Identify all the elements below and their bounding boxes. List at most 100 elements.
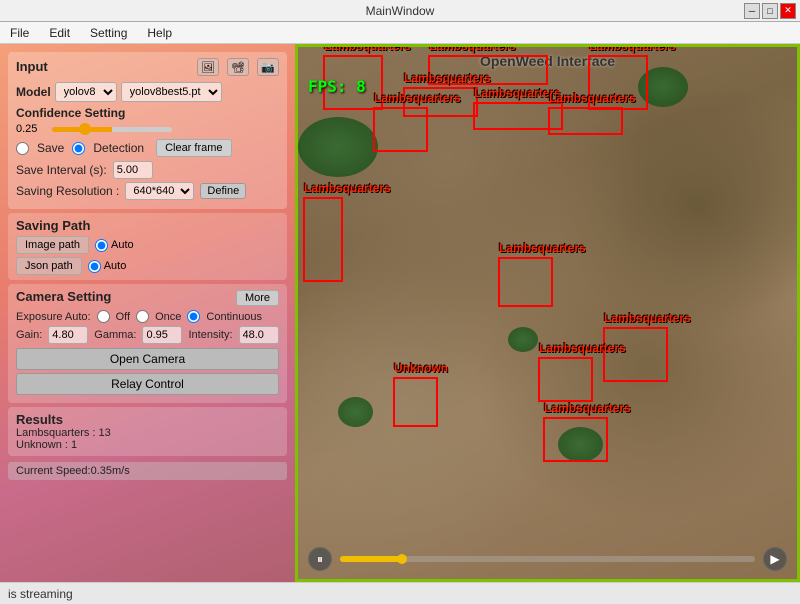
camera-header: Camera Setting More bbox=[16, 289, 279, 306]
exposure-continuous-label: Continuous bbox=[206, 311, 262, 323]
camera-feed: OpenWeed Interface FPS: 8 LambsquartersL… bbox=[298, 47, 797, 579]
detection-box-11: Unknown bbox=[393, 377, 438, 427]
save-interval-row: Save Interval (s): bbox=[16, 161, 279, 179]
window-title: MainWindow bbox=[366, 4, 435, 18]
results-section: Results Lambsquarters : 13 Unknown : 1 bbox=[8, 407, 287, 456]
resolution-row: Saving Resolution : 640*640 Define bbox=[16, 182, 279, 200]
unknown-result: Unknown : 1 bbox=[16, 439, 279, 451]
detection-label-4: Lambsquarters bbox=[474, 86, 561, 100]
exposure-off-radio[interactable] bbox=[97, 310, 110, 323]
status-bar: is streaming bbox=[0, 582, 800, 604]
gamma-label: Gamma: bbox=[94, 329, 136, 341]
status-text: is streaming bbox=[8, 587, 73, 601]
detection-box-10: Lambsquarters bbox=[538, 357, 593, 402]
input-section: Input 🖼 📽 📷 Model yolov8 yolov8best5.pt … bbox=[8, 52, 287, 209]
pause-icon: ⏸ bbox=[317, 552, 323, 567]
detection-box-8: Lambsquarters bbox=[498, 257, 553, 307]
resolution-select[interactable]: 640*640 bbox=[125, 182, 194, 200]
resolution-label: Saving Resolution : bbox=[16, 184, 119, 198]
detection-label-0: Lambsquarters bbox=[324, 47, 411, 53]
camera-view: OpenWeed Interface FPS: 8 LambsquartersL… bbox=[298, 47, 797, 579]
video-icon[interactable]: 📽 bbox=[227, 58, 249, 76]
json-auto-label: Auto bbox=[104, 260, 127, 272]
progress-bar[interactable] bbox=[340, 556, 755, 562]
json-auto-radio-input[interactable] bbox=[88, 260, 101, 273]
title-bar: MainWindow ─ □ ✕ bbox=[0, 0, 800, 22]
open-camera-button[interactable]: Open Camera bbox=[16, 348, 279, 370]
detection-label-9: Lambsquarters bbox=[604, 311, 691, 325]
clear-frame-button[interactable]: Clear frame bbox=[156, 139, 231, 157]
progress-fill bbox=[340, 556, 402, 562]
detection-label-3: Lambsquarters bbox=[404, 71, 491, 85]
detection-box-5: Lambsquarters bbox=[548, 107, 623, 135]
detection-box-6: Lambsquarters bbox=[373, 107, 428, 152]
menu-help[interactable]: Help bbox=[141, 24, 178, 42]
image-path-button[interactable]: Image path bbox=[16, 236, 89, 254]
exposure-once-radio[interactable] bbox=[136, 310, 149, 323]
veg-patch-1 bbox=[298, 117, 378, 177]
camera-view-wrapper: OpenWeed Interface FPS: 8 LambsquartersL… bbox=[295, 44, 800, 582]
detection-radio-label: Detection bbox=[93, 141, 144, 155]
detection-label-2: Lambsquarters bbox=[589, 47, 676, 53]
detection-label-5: Lambsquarters bbox=[549, 91, 636, 105]
lambsquarters-result: Lambsquarters : 13 bbox=[16, 427, 279, 439]
detection-label-11: Unknown bbox=[394, 361, 448, 375]
gain-row: Gain: Gamma: Intensity: bbox=[16, 326, 279, 344]
lambsquarters-label: Lambsquarters : bbox=[16, 427, 95, 439]
model-label: Model bbox=[16, 85, 51, 99]
exposure-continuous-radio[interactable] bbox=[187, 310, 200, 323]
model-type-select[interactable]: yolov8 bbox=[55, 82, 117, 102]
save-interval-input[interactable] bbox=[113, 161, 153, 179]
json-path-row: Json path Auto bbox=[16, 257, 279, 275]
image-icon[interactable]: 🖼 bbox=[197, 58, 219, 76]
model-row: Model yolov8 yolov8best5.pt bbox=[16, 82, 279, 102]
confidence-value: 0.25 bbox=[16, 123, 46, 135]
intensity-input[interactable] bbox=[239, 326, 279, 344]
save-detection-row: Save Detection Clear frame bbox=[16, 139, 279, 157]
image-auto-radio: Auto bbox=[95, 239, 134, 252]
camera-icon[interactable]: 📷 bbox=[257, 58, 279, 76]
left-panel: Input 🖼 📽 📷 Model yolov8 yolov8best5.pt … bbox=[0, 44, 295, 582]
detection-box-12: Lambsquarters bbox=[543, 417, 608, 462]
gamma-input[interactable] bbox=[142, 326, 182, 344]
play-button[interactable]: ▶ bbox=[763, 547, 787, 571]
detection-label-8: Lambsquarters bbox=[499, 241, 586, 255]
confidence-slider[interactable] bbox=[52, 127, 172, 132]
input-header: Input 🖼 📽 📷 bbox=[16, 58, 279, 76]
json-path-button[interactable]: Json path bbox=[16, 257, 82, 275]
exposure-row: Exposure Auto: Off Once Continuous bbox=[16, 310, 279, 323]
detection-label-1: Lambsquarters bbox=[429, 47, 516, 53]
detection-label-7: Lambsquarters bbox=[304, 181, 391, 195]
detection-box-7: Lambsquarters bbox=[303, 197, 343, 282]
save-interval-label: Save Interval (s): bbox=[16, 163, 107, 177]
progress-dot bbox=[397, 554, 407, 564]
gain-input[interactable] bbox=[48, 326, 88, 344]
veg-patch-5 bbox=[508, 327, 538, 352]
define-button[interactable]: Define bbox=[200, 183, 246, 199]
detection-radio[interactable] bbox=[72, 142, 85, 155]
menu-edit[interactable]: Edit bbox=[43, 24, 76, 42]
fps-display: FPS: 8 bbox=[308, 77, 366, 96]
minimize-button[interactable]: ─ bbox=[744, 3, 760, 19]
camera-section: Camera Setting More Exposure Auto: Off O… bbox=[8, 284, 287, 403]
image-auto-radio-input[interactable] bbox=[95, 239, 108, 252]
veg-patch-3 bbox=[338, 397, 373, 427]
model-file-select[interactable]: yolov8best5.pt bbox=[121, 82, 222, 102]
save-radio[interactable] bbox=[16, 142, 29, 155]
detection-label-6: Lambsquarters bbox=[374, 91, 461, 105]
menu-bar: File Edit Setting Help bbox=[0, 22, 800, 44]
relay-button[interactable]: Relay Control bbox=[16, 373, 279, 395]
detection-label-10: Lambsquarters bbox=[539, 341, 626, 355]
saving-path-title: Saving Path bbox=[16, 218, 90, 233]
maximize-button[interactable]: □ bbox=[762, 3, 778, 19]
input-icons: 🖼 📽 📷 bbox=[197, 58, 279, 76]
input-title: Input bbox=[16, 59, 48, 74]
saving-path-section: Saving Path Image path Auto Json path Au… bbox=[8, 213, 287, 280]
pause-button[interactable]: ⏸ bbox=[308, 547, 332, 571]
menu-file[interactable]: File bbox=[4, 24, 35, 42]
json-auto-radio: Auto bbox=[88, 260, 127, 273]
camera-title: Camera Setting bbox=[16, 289, 111, 304]
more-button[interactable]: More bbox=[236, 290, 279, 306]
close-button[interactable]: ✕ bbox=[780, 3, 796, 19]
menu-setting[interactable]: Setting bbox=[84, 24, 133, 42]
